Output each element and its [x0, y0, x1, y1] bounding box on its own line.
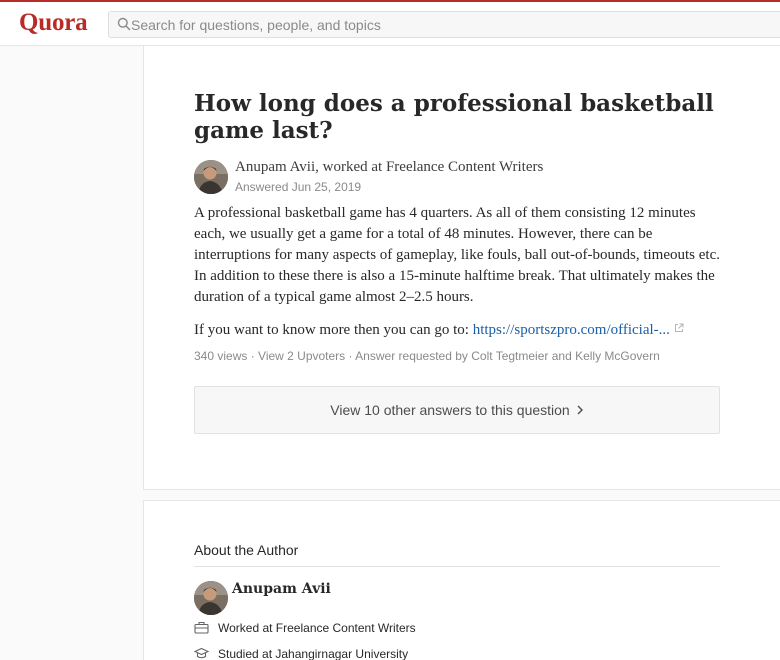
answer-author[interactable]: Anupam Avii, worked at Freelance Content…	[235, 159, 543, 176]
avatar-photo	[194, 160, 228, 194]
credential-work-text: Worked at Freelance Content Writers	[218, 621, 416, 635]
author-avatar[interactable]	[194, 160, 228, 194]
question-title[interactable]: How long does a professional basketball …	[194, 90, 734, 144]
answered-date[interactable]: Answered Jun 25, 2019	[235, 180, 361, 194]
credential-education[interactable]: Studied at Jahangirnagar University	[194, 647, 408, 660]
graduation-cap-icon	[194, 647, 209, 659]
about-author-name[interactable]: Anupam Avii	[232, 581, 331, 597]
search-input[interactable]	[131, 12, 771, 37]
external-link-icon	[674, 323, 684, 332]
about-author-avatar[interactable]	[194, 581, 228, 615]
search-bar[interactable]	[108, 11, 780, 38]
link-prefix: If you want to know more then you can go…	[194, 322, 473, 338]
answer-link-line: If you want to know more then you can go…	[194, 322, 684, 339]
external-link[interactable]: https://sportszpro.com/official-...	[473, 322, 670, 338]
chevron-right-icon	[577, 405, 583, 415]
top-bar: Quora	[0, 0, 780, 46]
answer-card: How long does a professional basketball …	[143, 46, 780, 490]
about-author-card: About the Author Anupam Avii Worked at F…	[143, 500, 780, 660]
credential-work[interactable]: Worked at Freelance Content Writers	[194, 621, 416, 635]
quora-logo[interactable]: Quora	[19, 9, 88, 37]
answer-body: A professional basketball game has 4 qua…	[194, 205, 720, 305]
view-other-answers-label: View 10 other answers to this question	[330, 402, 570, 418]
briefcase-icon	[194, 621, 209, 634]
view-other-answers-button[interactable]: View 10 other answers to this question	[194, 386, 720, 434]
search-icon	[117, 17, 131, 31]
about-author-heading: About the Author	[194, 542, 299, 558]
credential-education-text: Studied at Jahangirnagar University	[218, 647, 409, 660]
divider	[194, 566, 720, 567]
answer-stats[interactable]: 340 views · View 2 Upvoters · Answer req…	[194, 349, 660, 363]
avatar-photo	[194, 581, 228, 615]
